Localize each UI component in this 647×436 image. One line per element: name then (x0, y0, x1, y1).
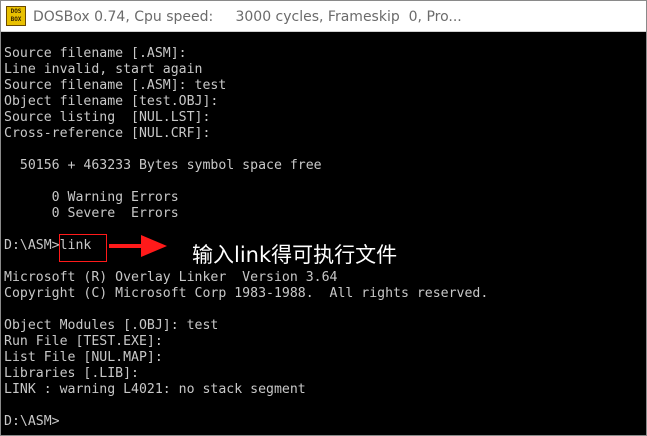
window-title: DOSBox 0.74, Cpu speed: 3000 cycles, Fra… (33, 9, 462, 25)
terminal-prompt-line: D:\ASM> (4, 414, 60, 429)
terminal-line: Source filename [.ASM]: (4, 46, 187, 61)
terminal-line: List File [NUL.MAP]: (4, 350, 163, 365)
terminal-line: Cross-reference [NUL.CRF]: (4, 126, 211, 141)
terminal-line: 50156 + 463233 Bytes symbol space free (4, 158, 322, 173)
dosbox-app-icon[interactable]: DOS BOX (6, 6, 26, 26)
terminal-line: Object filename [test.OBJ]: (4, 94, 219, 109)
terminal-line: LINK : warning L4021: no stack segment (4, 382, 306, 397)
app-icon-label-top: DOS (10, 8, 22, 15)
terminal-line: Copyright (C) Microsoft Corp 1983-1988. … (4, 286, 489, 301)
arrow-right-icon (109, 235, 167, 257)
terminal-line: Object Modules [.OBJ]: test (4, 318, 219, 333)
annotation-text: 输入link得可执行文件 (192, 243, 398, 267)
link-highlight-box (59, 234, 107, 262)
title-bar[interactable]: DOS BOX DOSBox 0.74, Cpu speed: 3000 cyc… (1, 1, 646, 32)
terminal-line: Microsoft (R) Overlay Linker Version 3.6… (4, 270, 338, 285)
terminal-line: Source listing [NUL.LST]: (4, 110, 211, 125)
dosbox-window: DOS BOX DOSBox 0.74, Cpu speed: 3000 cyc… (0, 0, 647, 436)
terminal-line: 0 Warning Errors (4, 190, 179, 205)
terminal-line: 0 Severe Errors (4, 206, 179, 221)
app-icon-label-bottom: BOX (10, 16, 22, 23)
terminal-line: Libraries [.LIB]: (4, 366, 139, 381)
terminal-line: Run File [TEST.EXE]: (4, 334, 163, 349)
terminal-line: Source filename [.ASM]: test (4, 78, 227, 93)
terminal-line: Line invalid, start again (4, 62, 203, 77)
